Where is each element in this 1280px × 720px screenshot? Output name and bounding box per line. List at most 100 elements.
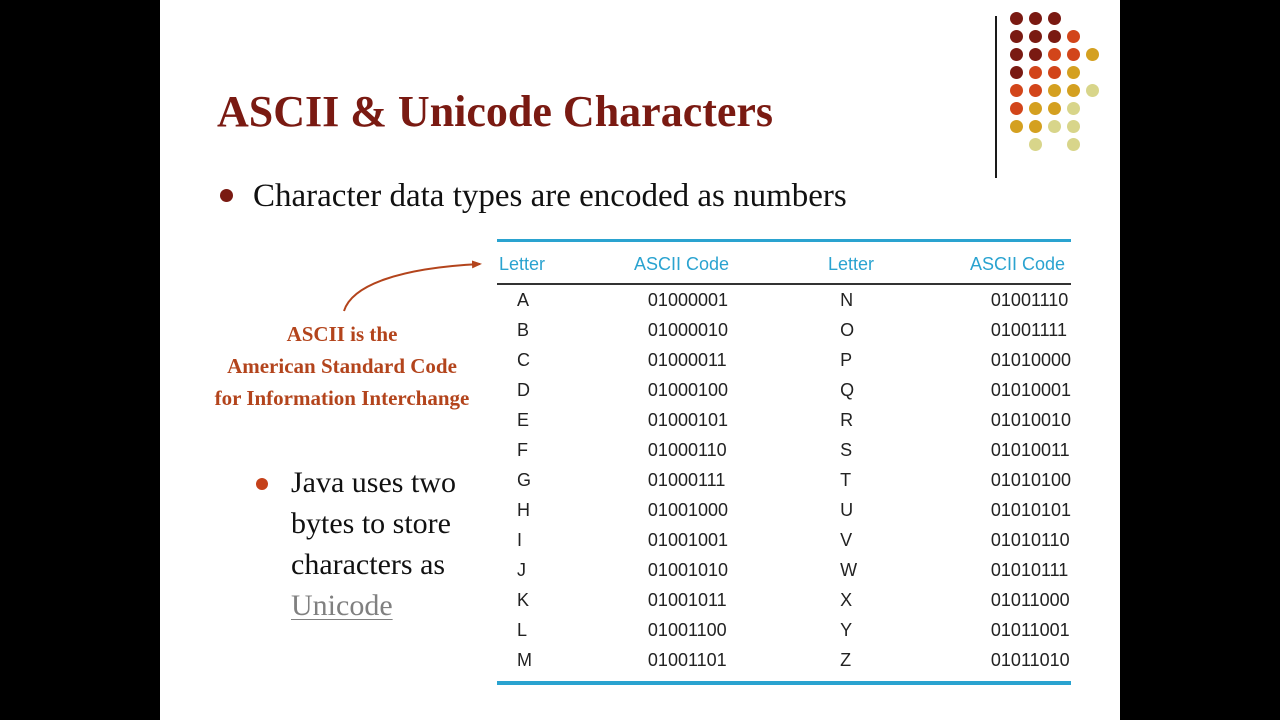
slide-title: ASCII & Unicode Characters [217, 87, 774, 136]
letter-cell: C [517, 349, 530, 370]
letter-cell: S [840, 439, 853, 460]
header-ascii-code-2: ASCII Code [970, 253, 1066, 274]
letter-cell: D [517, 379, 530, 400]
ascii-code-cell: 01001100 [647, 619, 727, 640]
letter-cell: G [517, 469, 532, 490]
secondary-bullet-body: Java uses two bytes to store characters … [291, 466, 456, 581]
decorative-dot [1010, 12, 1023, 25]
decorative-dot [1029, 30, 1042, 43]
letter-cell: J [517, 559, 526, 580]
decorative-dot [1010, 84, 1023, 97]
table-row: C 01000011 P 01010000 [497, 345, 1071, 375]
decorative-dot [1010, 66, 1023, 79]
table-row: G 01000111 T 01010100 [497, 465, 1071, 495]
table-row: H 01001000 U 01010101 [497, 495, 1071, 525]
ascii-code-cell: 01000111 [647, 469, 726, 490]
header-ascii-code-1: ASCII Code [634, 253, 730, 274]
table-bottom-rule [497, 681, 1071, 685]
table-row: I 01001001 V 01010110 [497, 525, 1071, 555]
letter-cell: R [840, 409, 854, 430]
decorative-dot [1048, 84, 1061, 97]
ascii-code-cell: 01000001 [647, 289, 729, 310]
table-row: D 01000100 Q 01010001 [497, 375, 1071, 405]
decorative-dot [1067, 30, 1080, 43]
letter-cell: M [517, 649, 532, 670]
decorative-dot [1048, 120, 1061, 133]
decorative-dot [1048, 12, 1061, 25]
header-letter-1: Letter [499, 253, 546, 274]
decorative-dot [1067, 102, 1080, 115]
ascii-code-cell: 01010001 [990, 379, 1071, 400]
ascii-code-cell: 01001010 [647, 559, 729, 580]
main-bullet: Character data types are encoded as numb… [220, 178, 847, 215]
decorative-dot [1048, 48, 1061, 61]
letter-cell: Z [840, 649, 852, 670]
ascii-code-cell: 01000100 [647, 379, 729, 400]
bullet-icon [256, 478, 268, 490]
decorative-dot [1029, 12, 1042, 25]
decorative-dot [1067, 138, 1080, 151]
letter-cell: B [517, 319, 530, 340]
ascii-code-cell: 01001101 [647, 649, 727, 670]
decorative-dot [1067, 48, 1080, 61]
ascii-code-cell: 01010101 [990, 499, 1071, 520]
decorative-dot [1029, 84, 1042, 97]
table-row: J 01001010 W 01010111 [497, 555, 1071, 585]
ascii-code-cell: 01010111 [990, 559, 1069, 580]
ascii-code-cell: 01010000 [990, 349, 1071, 370]
unicode-link[interactable]: Unicode [291, 589, 393, 622]
letter-cell: L [517, 619, 528, 640]
decorative-dot [1048, 102, 1061, 115]
secondary-bullet-text: Java uses two bytes to store characters … [291, 462, 456, 626]
callout-line-3: for Information Interchange [214, 386, 470, 410]
letter-cell: W [840, 559, 858, 580]
ascii-code-cell: 01001000 [647, 499, 729, 520]
ascii-code-cell: 01011001 [990, 619, 1070, 640]
table-row: F 01000110 S 01010011 [497, 435, 1071, 465]
decorative-dot [1010, 120, 1023, 133]
decorative-dot [1048, 66, 1061, 79]
decorative-dot [1029, 120, 1042, 133]
ascii-code-cell: 01001001 [647, 529, 729, 550]
letter-cell: N [840, 289, 854, 310]
ascii-code-cell: 01010100 [990, 469, 1071, 490]
table-body: A 01000001 N 01001110 B 01000010 O 01001111 C 010… [497, 285, 1071, 675]
decorative-dot-grid [1010, 12, 1110, 162]
decorative-dot [1029, 66, 1042, 79]
table-row: M 01001101 Z 01011010 [497, 645, 1071, 675]
header-letter-2: Letter [828, 253, 875, 274]
ascii-code-cell: 01001011 [647, 589, 727, 610]
letter-cell: I [517, 529, 523, 550]
ascii-code-cell: 01011000 [990, 589, 1070, 610]
letter-cell: P [840, 349, 853, 370]
letter-cell: Y [840, 619, 853, 640]
decorative-dot [1067, 66, 1080, 79]
ascii-code-cell: 01001110 [990, 289, 1069, 310]
decorative-dot [1029, 138, 1042, 151]
ascii-code-cell: 01001111 [990, 319, 1067, 340]
ascii-table: Letter ASCII Code Letter ASCII Code A 010… [497, 239, 1071, 685]
decorative-dot [1067, 120, 1080, 133]
ascii-callout: ASCII is the American Standard Code for … [176, 318, 508, 414]
letter-cell: H [517, 499, 530, 520]
ascii-code-cell: 01010110 [990, 529, 1070, 550]
decorative-dot [1048, 30, 1061, 43]
decorative-dot [1010, 102, 1023, 115]
letter-cell: A [517, 289, 530, 310]
decorative-dot [1010, 30, 1023, 43]
callout-line-1: ASCII is the [286, 322, 398, 346]
decorative-divider-line [995, 16, 997, 178]
letter-cell: O [840, 319, 855, 340]
table-row: L 01001100 Y 01011001 [497, 615, 1071, 645]
letter-cell: E [517, 409, 530, 430]
table-row: E 01000101 R 01010010 [497, 405, 1071, 435]
main-bullet-text: Character data types are encoded as numb… [253, 178, 847, 214]
ascii-code-cell: 01000011 [647, 349, 727, 370]
table-row: A 01000001 N 01001110 [497, 285, 1071, 315]
ascii-code-cell: 01010011 [990, 439, 1070, 460]
decorative-dot [1010, 48, 1023, 61]
ascii-code-cell: 01011010 [990, 649, 1070, 670]
decorative-dot [1086, 48, 1099, 61]
decorative-dot [1029, 102, 1042, 115]
ascii-code-cell: 01010010 [990, 409, 1071, 430]
